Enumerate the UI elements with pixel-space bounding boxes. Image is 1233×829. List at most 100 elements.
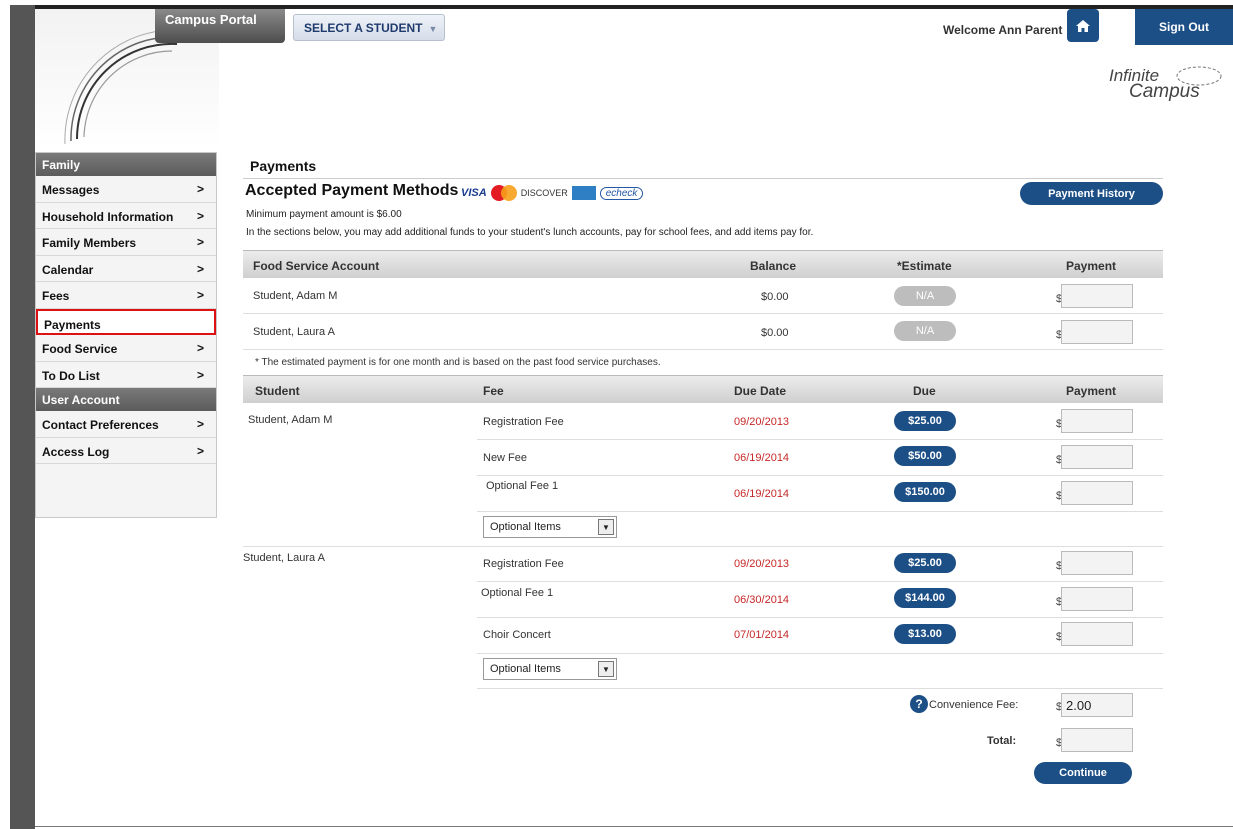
infinite-campus-logo: Infinite Campus	[1107, 64, 1227, 108]
fee-name: New Fee	[483, 452, 528, 464]
fee-name: Choir Concert	[483, 629, 551, 641]
payment-input[interactable]	[1061, 587, 1133, 611]
student-name: Student, Adam M	[248, 414, 333, 426]
divider	[243, 313, 1163, 314]
due-amount-badge: $150.00	[894, 482, 956, 502]
payment-input[interactable]	[1061, 445, 1133, 469]
column-header-payment: Payment	[1066, 259, 1117, 273]
chevron-right-icon: >	[196, 261, 204, 276]
column-header-due-date: Due Date	[734, 384, 787, 398]
sidebar-item-label: Messages	[42, 183, 100, 197]
total-label: Total:	[987, 735, 1017, 747]
sidebar-item-to-do-list[interactable]: To Do List >	[36, 361, 216, 388]
visa-icon: VISA	[461, 187, 487, 199]
column-header-balance: Balance	[750, 259, 797, 273]
divider	[243, 546, 1163, 547]
student-name: Student, Laura A	[253, 326, 335, 338]
chevron-down-icon: ▼	[598, 519, 614, 535]
balance-value: $0.00	[761, 291, 789, 303]
estimate-badge: N/A	[894, 321, 956, 341]
fee-name: Optional Fee 1	[486, 480, 559, 492]
estimate-footnote: * The estimated payment is for one month…	[255, 357, 661, 368]
payment-input[interactable]	[1061, 284, 1133, 308]
payment-history-button[interactable]: Payment History	[1020, 182, 1163, 205]
due-date: 06/19/2014	[734, 488, 790, 500]
select-student-dropdown[interactable]: SELECT A STUDENT ▼	[293, 14, 445, 41]
sidebar-item-food-service[interactable]: Food Service >	[36, 335, 216, 362]
minimum-payment-text: Minimum payment amount is $6.00	[246, 209, 402, 220]
echeck-icon: echeck	[599, 186, 644, 200]
payment-input[interactable]	[1061, 551, 1133, 575]
sidebar-item-calendar[interactable]: Calendar >	[36, 255, 216, 282]
help-icon[interactable]: ?	[910, 695, 928, 713]
divider	[477, 688, 1163, 689]
sidebar-heading-user-account: User Account	[36, 388, 216, 411]
sidebar-item-family-members[interactable]: Family Members >	[36, 229, 216, 256]
divider	[477, 617, 1163, 618]
due-amount-badge: $144.00	[894, 588, 956, 608]
sidebar-item-messages[interactable]: Messages >	[36, 176, 216, 203]
sidebar-item-fees[interactable]: Fees >	[36, 282, 216, 309]
chevron-right-icon: >	[196, 417, 204, 431]
payment-input[interactable]	[1061, 320, 1133, 344]
select-student-label: SELECT A STUDENT	[304, 21, 423, 35]
instructions-text: In the sections below, you may add addit…	[246, 227, 814, 238]
campus-portal-tab: Campus Portal	[155, 9, 285, 43]
sidebar-item-label: Contact Preferences	[42, 418, 159, 432]
due-amount-badge: $25.00	[894, 411, 956, 431]
divider	[477, 581, 1163, 582]
optional-items-select[interactable]: Optional Items ▼	[483, 516, 617, 538]
header: Campus Portal SELECT A STUDENT ▼ Welcome …	[35, 9, 1233, 149]
fee-name: Registration Fee	[483, 416, 564, 428]
sidebar-item-contact-preferences[interactable]: Contact Preferences >	[36, 411, 216, 438]
swirl-logo-icon	[1176, 66, 1222, 86]
due-date: 06/19/2014	[734, 452, 790, 464]
divider	[35, 826, 1233, 827]
sidebar-item-access-log[interactable]: Access Log >	[36, 437, 216, 464]
divider	[477, 439, 1163, 440]
optional-items-label: Optional Items	[490, 521, 561, 533]
optional-items-label: Optional Items	[490, 663, 561, 675]
due-date: 09/20/2013	[734, 416, 790, 428]
accepted-methods-heading: Accepted Payment Methods	[245, 182, 459, 199]
chevron-down-icon: ▼	[598, 661, 614, 677]
chevron-down-icon: ▼	[428, 24, 438, 34]
chevron-right-icon: >	[196, 341, 204, 355]
due-amount-badge: $50.00	[894, 446, 956, 466]
sidebar-item-label: Food Service	[42, 342, 118, 356]
column-header-fee: Fee	[483, 384, 504, 398]
chevron-right-icon: >	[196, 182, 204, 196]
divider	[477, 511, 1163, 512]
discover-icon: DISCOVER	[520, 188, 568, 198]
optional-items-select[interactable]: Optional Items ▼	[483, 658, 617, 680]
mastercard-icon	[490, 185, 517, 201]
fee-table-header: Student Fee Due Date Due Payment	[243, 375, 1163, 403]
payment-card-logos: VISA DISCOVER echeck	[461, 184, 644, 202]
column-header-student: Student	[255, 384, 300, 398]
divider	[477, 653, 1163, 654]
continue-button[interactable]: Continue	[1034, 762, 1132, 784]
payment-input[interactable]	[1061, 622, 1133, 646]
chevron-right-icon: >	[196, 235, 204, 249]
home-icon	[1076, 19, 1090, 32]
sign-out-button[interactable]: Sign Out	[1135, 9, 1233, 45]
student-name: Student, Adam M	[253, 290, 338, 302]
fee-name: Registration Fee	[483, 558, 564, 570]
payment-input[interactable]	[1061, 481, 1133, 505]
sidebar-item-label: Family Members	[42, 236, 137, 250]
divider	[243, 178, 1163, 179]
chevron-right-icon: >	[196, 288, 204, 302]
chevron-right-icon: >	[196, 208, 204, 223]
estimate-badge: N/A	[894, 286, 956, 306]
home-button[interactable]	[1067, 9, 1099, 42]
sidebar-item-label: Household Information	[42, 209, 174, 224]
payment-input[interactable]	[1061, 409, 1133, 433]
balance-value: $0.00	[761, 327, 789, 339]
fee-name: Optional Fee 1	[481, 587, 554, 599]
due-date: 06/30/2014	[734, 594, 790, 606]
sidebar-item-payments[interactable]: Payments	[36, 308, 216, 335]
sidebar-item-household-information[interactable]: Household Information >	[36, 202, 216, 229]
left-frame-bar	[10, 5, 35, 829]
student-name: Student, Laura A	[243, 552, 325, 564]
column-header-payment: Payment	[1066, 384, 1117, 398]
